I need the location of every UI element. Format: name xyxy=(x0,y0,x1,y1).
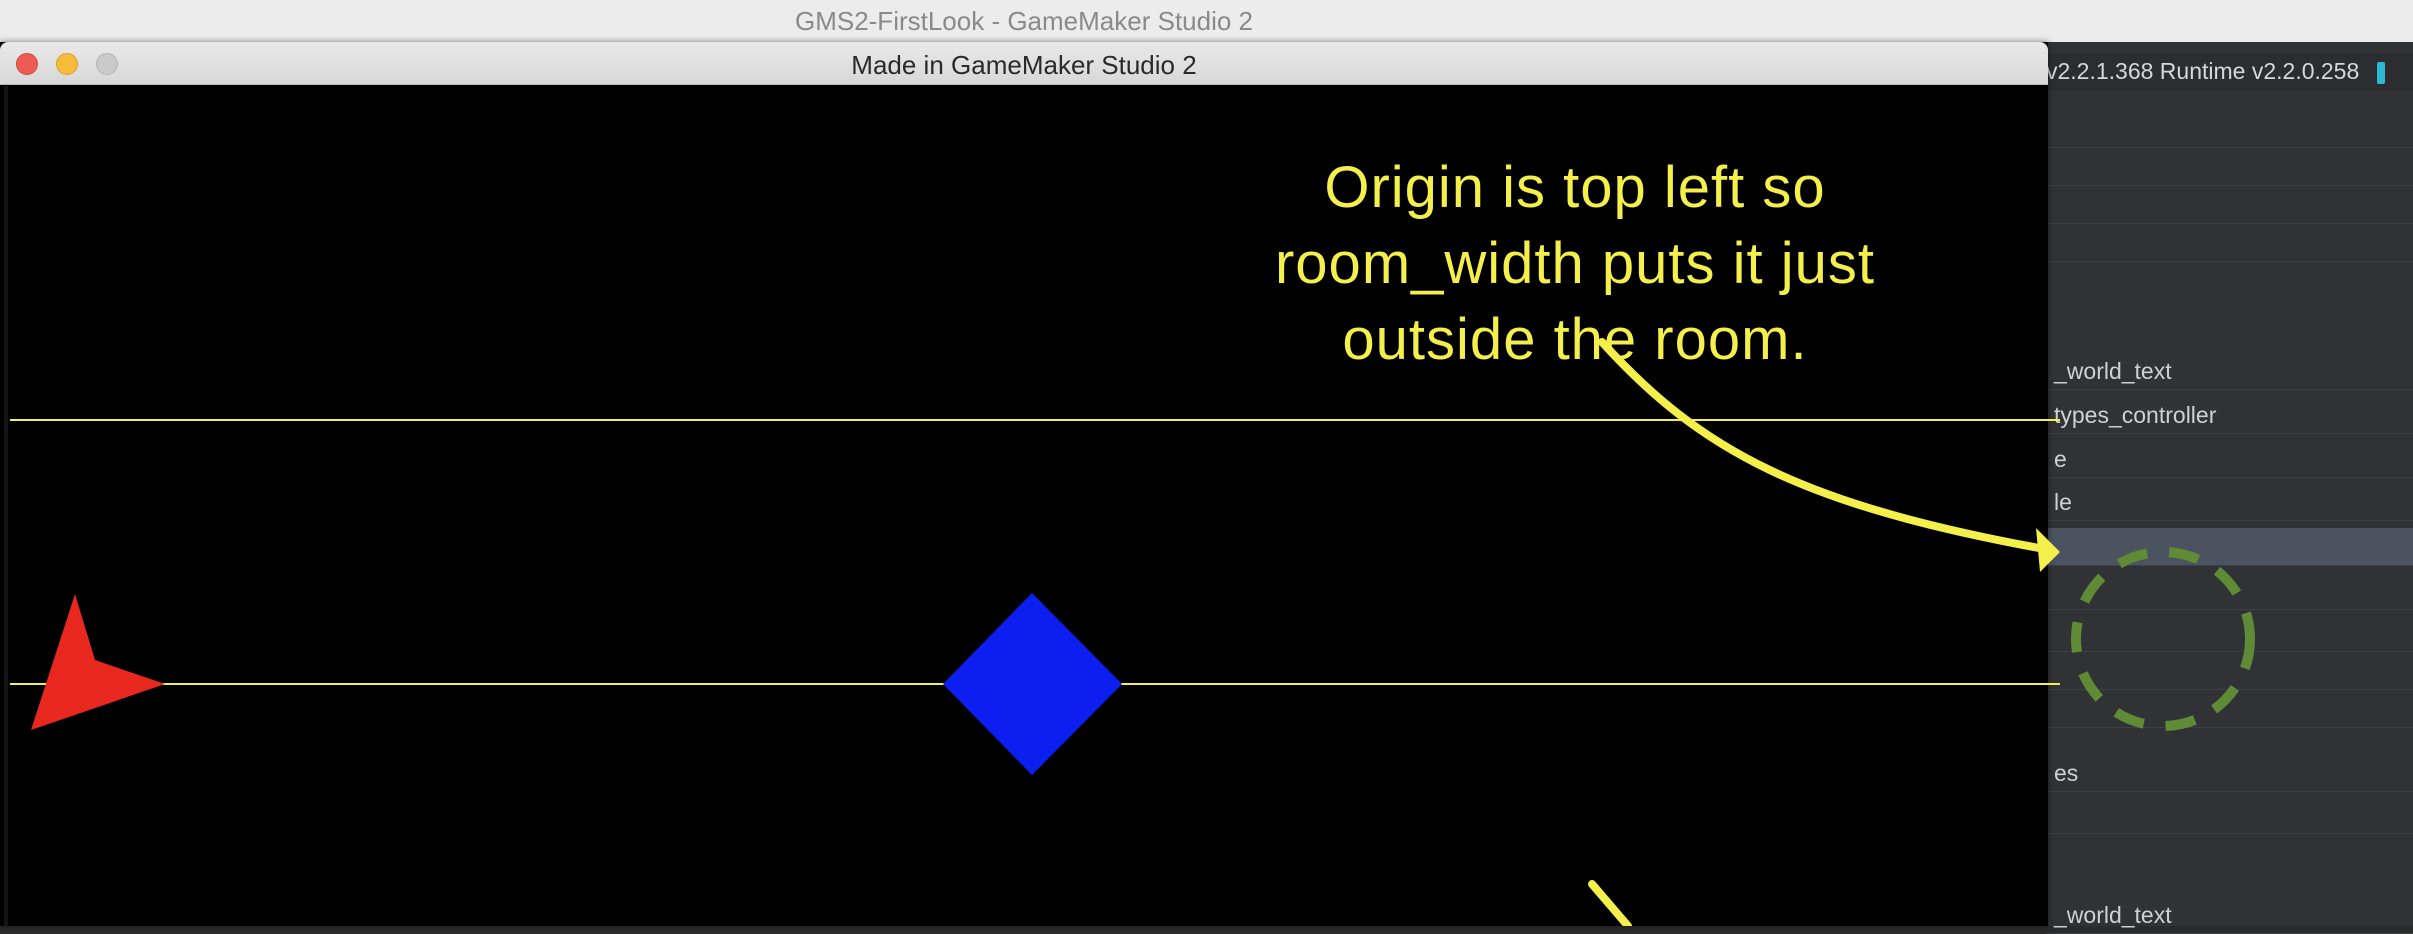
ide-resource-item[interactable]: _world_text xyxy=(2046,352,2413,390)
ide-resource-label: types_controller xyxy=(2054,402,2217,428)
ide-resource-item[interactable] xyxy=(2046,572,2413,610)
ide-resource-item[interactable] xyxy=(2046,614,2413,652)
ide-resource-item[interactable] xyxy=(2046,528,2413,566)
ide-resource-item[interactable]: _world_text xyxy=(2046,896,2413,934)
ide-resource-item[interactable] xyxy=(2046,796,2413,834)
ide-resource-item[interactable]: e xyxy=(2046,440,2413,478)
ide-resource-item[interactable] xyxy=(2046,186,2413,224)
ide-resource-item[interactable] xyxy=(2046,690,2413,728)
ide-resource-label: _world_text xyxy=(2054,902,2172,928)
ide-resource-item[interactable]: types_controller xyxy=(2046,396,2413,434)
ide-resource-item[interactable]: es xyxy=(2046,754,2413,792)
window-title-bar[interactable]: Made in GameMaker Studio 2 xyxy=(0,42,2048,85)
window-title: Made in GameMaker Studio 2 xyxy=(851,50,1197,80)
ide-version-text: v2.2.1.368 Runtime v2.2.0.258 xyxy=(2046,58,2360,84)
annotation-line-3: outside the room. xyxy=(1342,307,1808,372)
annotation-line-2: room_width puts it just xyxy=(1274,231,1876,296)
ide-title: GMS2-FirstLook - GameMaker Studio 2 xyxy=(794,6,1254,36)
player-arrow-sprite xyxy=(31,594,165,730)
ide-accent-icon xyxy=(2377,61,2386,84)
game-window[interactable]: Made in GameMaker Studio 2 Origin is top… xyxy=(0,42,2060,926)
annotation-line-1: Origin is top left so xyxy=(1324,155,1826,220)
annotation-text: Origin is top left so room_width puts it… xyxy=(1180,150,1970,378)
ide-resource-label: _world_text xyxy=(2054,358,2172,384)
ide-resource-item[interactable] xyxy=(2046,224,2413,262)
ide-resource-item[interactable]: le xyxy=(2046,483,2413,521)
ide-resource-item[interactable] xyxy=(2046,110,2413,148)
ide-resource-item[interactable] xyxy=(2046,652,2413,690)
ide-version-bar: v2.2.1.368 Runtime v2.2.0.258 xyxy=(2046,54,2413,90)
ide-resource-item[interactable] xyxy=(2046,148,2413,186)
diamond-sprite xyxy=(943,593,1122,775)
ide-title-bar: GMS2-FirstLook - GameMaker Studio 2 xyxy=(0,0,2413,43)
